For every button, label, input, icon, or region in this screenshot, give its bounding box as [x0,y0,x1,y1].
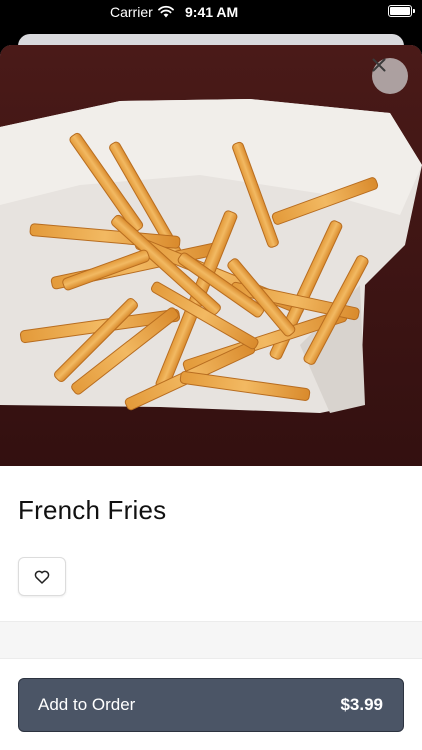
close-icon [372,58,386,72]
close-button[interactable] [372,58,408,94]
favorite-button[interactable] [18,557,66,596]
french-fries-photo [0,45,422,466]
status-time: 9:41 AM [185,4,239,20]
heart-icon [34,570,50,584]
item-image [0,45,422,466]
battery-icon [388,5,415,17]
add-to-order-button[interactable]: Add to Order $3.99 [18,678,404,732]
wifi-icon [158,5,174,18]
section-divider [0,621,422,659]
item-title: French Fries [18,495,167,525]
item-sheet: French Fries Add to Order $3.99 [0,45,422,750]
item-price: $3.99 [340,695,383,714]
status-bar: Carrier 9:41 AM [0,0,422,24]
item-detail-screen: Carrier 9:41 AM French Fries Add to Orde… [0,0,422,750]
add-to-order-label: Add to Order [38,695,136,714]
carrier-label: Carrier [110,4,153,20]
